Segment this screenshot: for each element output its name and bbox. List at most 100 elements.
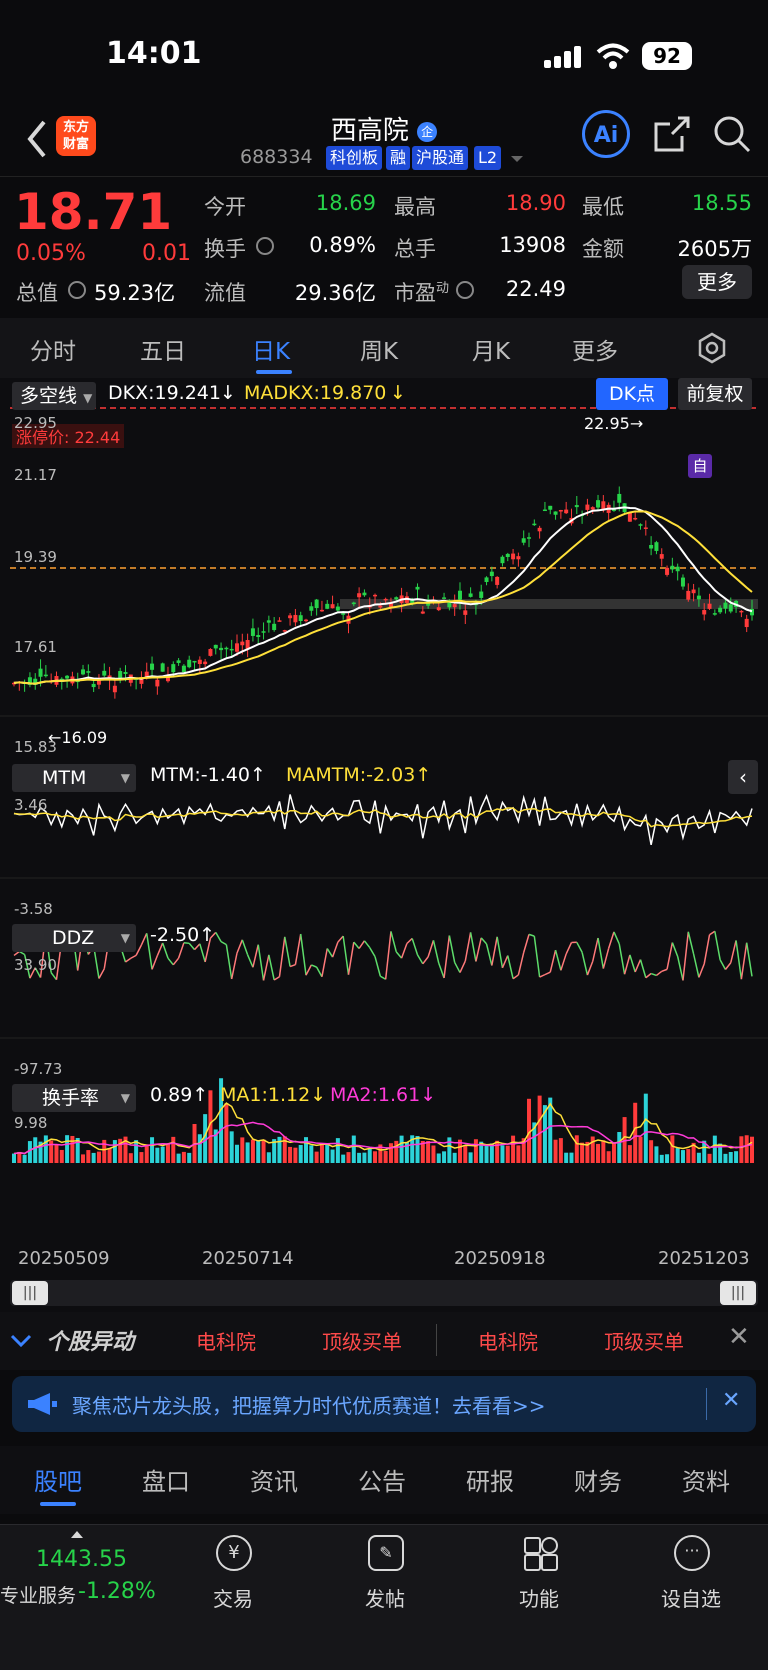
more-button[interactable]: 更多 [682, 265, 752, 299]
kline-indicator-select[interactable]: 多空线 ▼ [12, 382, 96, 410]
tab-orderbook[interactable]: 盘口 [142, 1462, 190, 1497]
turnover-bar [500, 1145, 504, 1163]
promo-banner[interactable]: 聚焦芯片龙头股，把握算力时代优质赛道！去看看>> ✕ [12, 1376, 756, 1432]
ddz-segment [402, 943, 407, 958]
ticker-item[interactable]: 电科院 [196, 1326, 256, 1355]
ddz-segment [444, 935, 449, 977]
trade-icon[interactable]: ¥ [216, 1535, 252, 1571]
tab-profile[interactable]: 资料 [682, 1462, 730, 1497]
dk-point-button[interactable]: DK点 [596, 378, 668, 410]
turnover-bar [235, 1145, 239, 1163]
megaphone-icon [26, 1392, 58, 1416]
turnover-bar [23, 1155, 27, 1163]
nav-trade[interactable]: 交易 [188, 1583, 278, 1612]
tab-research[interactable]: 研报 [466, 1462, 514, 1497]
ddz-segment [598, 938, 603, 969]
info-icon[interactable] [256, 237, 274, 255]
info-icon[interactable] [456, 281, 474, 299]
tag-margin[interactable]: 融 [386, 146, 410, 170]
ddz-segment [264, 955, 269, 981]
ticker-title: 个股异动 [46, 1324, 134, 1356]
candle-body [299, 615, 303, 621]
ddz-indicator-select[interactable]: DDZ ▼ [12, 924, 136, 952]
share-icon[interactable] [652, 114, 692, 154]
chevron-down-icon[interactable] [10, 1334, 32, 1348]
ddz-segment [460, 961, 465, 973]
candle-body [617, 494, 621, 503]
turnover-bar [54, 1144, 58, 1163]
functions-grid-icon[interactable] [522, 1535, 558, 1571]
movement-ticker[interactable]: 个股异动 电科院 顶级买单 电科院 顶级买单 ✕ [0, 1312, 768, 1370]
close-icon[interactable]: ✕ [722, 1388, 740, 1413]
banner-text[interactable]: 聚焦芯片龙头股，把握算力时代优质赛道！去看看>> [72, 1390, 546, 1419]
nav-post[interactable]: 发帖 [340, 1583, 430, 1612]
turnover-bar [373, 1151, 377, 1163]
ddz-segment [683, 932, 688, 981]
ai-assistant-button[interactable]: Ai [582, 110, 630, 158]
tag-stock-connect[interactable]: 沪股通 [412, 146, 468, 170]
collapse-panel-icon[interactable]: ‹ [728, 760, 758, 794]
candle-body [660, 554, 664, 559]
tab-forum[interactable]: 股吧 [34, 1462, 82, 1497]
candle-body [65, 676, 69, 679]
tab-more[interactable]: 更多 [572, 332, 618, 366]
tag-star-market[interactable]: 科创板 [326, 146, 382, 170]
ddz-segment [513, 975, 518, 979]
candle-body [713, 613, 717, 615]
madkx-value: MADKX:19.870 [244, 382, 386, 404]
ddz-segment [710, 931, 715, 934]
ddz-segment [656, 971, 661, 975]
turnover-indicator-select[interactable]: 换手率 ▼ [12, 1084, 136, 1112]
index-change[interactable]: -1.28% [78, 1579, 156, 1604]
chart-range-scrollbar[interactable] [10, 1280, 758, 1306]
turnover-bar [139, 1152, 143, 1163]
index-label[interactable]: 专业服务 [0, 1581, 76, 1608]
index-value[interactable]: 1443.55 [36, 1547, 127, 1572]
adjust-button[interactable]: 前复权 [678, 378, 752, 410]
dkx-arrow: ↓ [220, 382, 236, 404]
compose-post-icon[interactable]: ✎ [368, 1535, 404, 1571]
tab-monthly-k[interactable]: 月K [472, 332, 510, 366]
ticker-item[interactable]: 顶级买单 [604, 1326, 684, 1355]
turnover-bar [490, 1143, 494, 1163]
turnover-bar [431, 1146, 435, 1163]
tag-l2[interactable]: L2 [474, 146, 501, 170]
ticker-item[interactable]: 顶级买单 [322, 1326, 402, 1355]
search-icon[interactable] [712, 114, 752, 154]
settings-gear-icon[interactable] [696, 332, 728, 364]
turnover-bar [187, 1153, 191, 1163]
ddz-segment [725, 963, 730, 970]
candle-body [692, 590, 696, 594]
status-time: 14:01 [106, 36, 202, 71]
turnover-bar [198, 1134, 202, 1163]
tab-daily-k[interactable]: 日K [252, 332, 290, 366]
self-select-marker: 自 [688, 454, 712, 478]
tab-financials[interactable]: 财务 [574, 1462, 622, 1497]
ticker-divider [436, 1324, 437, 1356]
tab-intraday[interactable]: 分时 [30, 332, 76, 366]
nav-functions[interactable]: 功能 [494, 1583, 584, 1612]
close-icon[interactable]: ✕ [728, 1322, 750, 1352]
ddz-segment [354, 942, 359, 948]
volume-value: 13908 [476, 233, 566, 257]
ddz-segment [630, 955, 635, 972]
turnover-bar [511, 1136, 515, 1163]
range-handle-right[interactable]: ||| [720, 1281, 756, 1305]
kline-chart-svg[interactable] [0, 378, 768, 1278]
stock-header: 东方财富 西高院 企 688334 科创板 融 沪股通 L2 Ai [0, 110, 768, 176]
chevron-up-icon[interactable] [70, 1529, 84, 1539]
ddz-segment [338, 936, 343, 942]
more-dots-icon[interactable]: ··· [674, 1535, 710, 1571]
tab-news[interactable]: 资讯 [250, 1462, 298, 1497]
tab-weekly-k[interactable]: 周K [360, 332, 398, 366]
mtm-indicator-select[interactable]: MTM ▼ [12, 764, 136, 792]
turnover-bar [617, 1132, 621, 1163]
nav-add-watchlist[interactable]: 设自选 [646, 1583, 736, 1612]
tab-five-day[interactable]: 五日 [140, 332, 186, 366]
chevron-down-icon[interactable] [510, 154, 524, 164]
ticker-item[interactable]: 电科院 [478, 1326, 538, 1355]
tab-announcements[interactable]: 公告 [358, 1462, 406, 1497]
range-handle-left[interactable]: ||| [12, 1281, 48, 1305]
candle-body [463, 610, 467, 615]
info-icon[interactable] [68, 281, 86, 299]
